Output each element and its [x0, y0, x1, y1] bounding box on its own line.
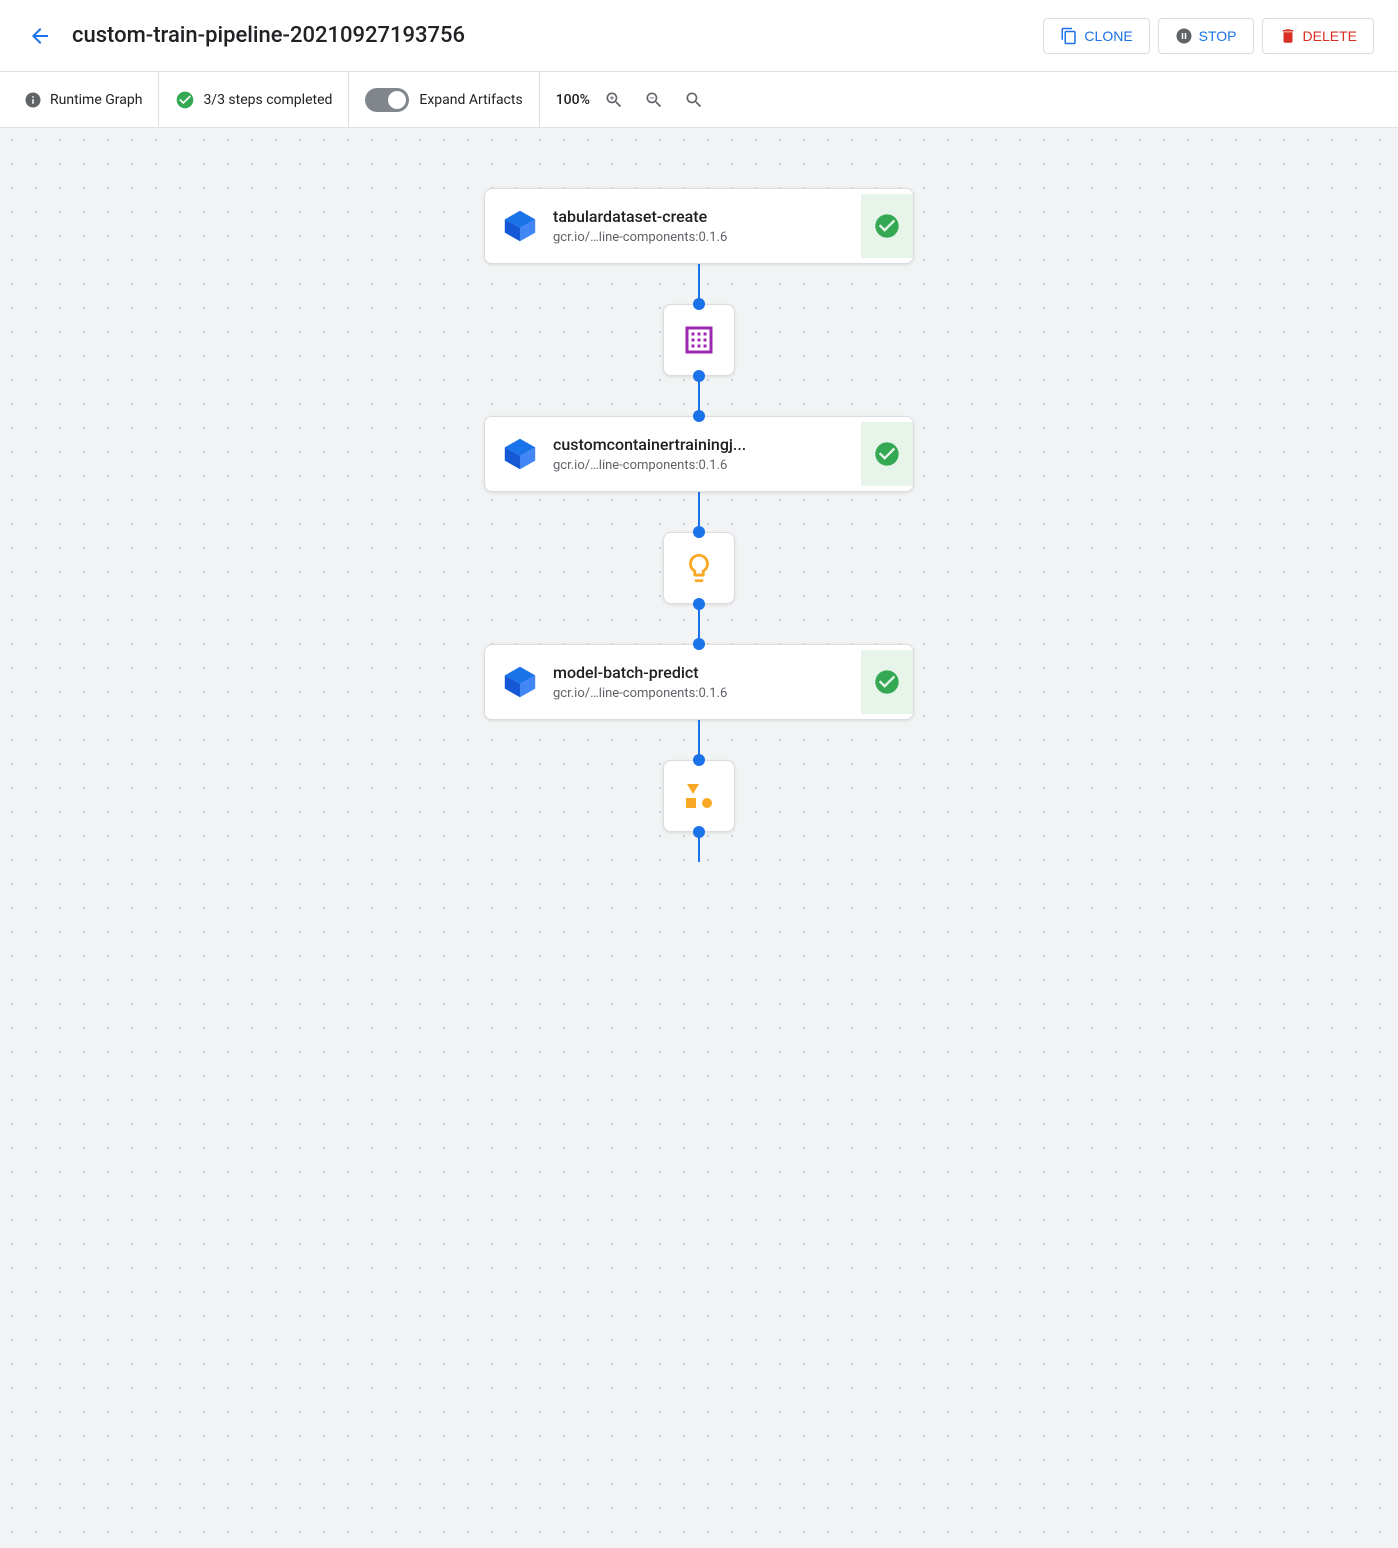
delete-icon [1279, 27, 1297, 45]
node-1-name: tabulardataset-create [553, 207, 845, 226]
info-icon [24, 91, 42, 109]
pipeline-canvas: tabulardataset-create gcr.io/…line-compo… [0, 128, 1398, 1548]
clone-icon [1060, 27, 1078, 45]
delete-button[interactable]: DELETE [1262, 18, 1374, 54]
stop-icon [1175, 27, 1193, 45]
clone-label: CLONE [1084, 28, 1132, 44]
back-button[interactable] [24, 20, 56, 52]
artifact-node-3-wrapper [663, 760, 735, 832]
node-3-info: model-batch-predict gcr.io/…line-compone… [553, 663, 845, 701]
pipeline-node-2[interactable]: customcontainertrainingj... gcr.io/…line… [484, 416, 914, 492]
zoom-fit-button[interactable] [678, 84, 710, 116]
node-3-subtitle: gcr.io/…line-components:0.1.6 [553, 686, 845, 701]
zoom-in-button[interactable] [598, 84, 630, 116]
header: custom-train-pipeline-20210927193756 CLO… [0, 0, 1398, 72]
artifact-node-table[interactable] [663, 304, 735, 376]
table-icon [681, 322, 717, 358]
artifact-node-pipeline[interactable] [663, 760, 735, 832]
stop-button[interactable]: STOP [1158, 18, 1254, 54]
node-3-check-icon [873, 668, 901, 696]
node-2-check-icon [873, 440, 901, 468]
zoom-out-button[interactable] [638, 84, 670, 116]
lightbulb-icon [682, 551, 716, 585]
steps-completed-item: 3/3 steps completed [159, 72, 349, 127]
node-2-subtitle: gcr.io/…line-components:0.1.6 [553, 458, 845, 473]
delete-label: DELETE [1303, 28, 1357, 44]
steps-completed-label: 3/3 steps completed [203, 92, 332, 108]
pipeline-shapes-icon [681, 778, 717, 814]
toolbar: Runtime Graph 3/3 steps completed Expand… [0, 72, 1398, 128]
cube-icon-2 [501, 435, 539, 473]
cube-icon-3 [501, 663, 539, 701]
pipeline-node-1[interactable]: tabulardataset-create gcr.io/…line-compo… [484, 188, 914, 264]
artifact-node-model[interactable] [663, 532, 735, 604]
node-1-status [861, 194, 913, 258]
header-actions: CLONE STOP DELETE [1043, 18, 1374, 54]
pipeline-flow: tabulardataset-create gcr.io/…line-compo… [449, 188, 949, 862]
node-1-info: tabulardataset-create gcr.io/…line-compo… [553, 207, 845, 245]
runtime-graph-item[interactable]: Runtime Graph [24, 72, 159, 127]
node-1-subtitle: gcr.io/…line-components:0.1.6 [553, 230, 845, 245]
node-3-status [861, 650, 913, 714]
artifact-node-1-wrapper [663, 304, 735, 376]
cube-icon-1 [501, 207, 539, 245]
clone-button[interactable]: CLONE [1043, 18, 1149, 54]
stop-label: STOP [1199, 28, 1237, 44]
artifact-node-2-wrapper [663, 532, 735, 604]
page-title: custom-train-pipeline-20210927193756 [72, 23, 1027, 48]
node-2-name: customcontainertrainingj... [553, 435, 845, 454]
node-3-name: model-batch-predict [553, 663, 845, 682]
zoom-controls: 100% [540, 72, 726, 127]
expand-artifacts-toggle[interactable]: Expand Artifacts [349, 72, 539, 127]
toggle-switch[interactable] [365, 88, 409, 112]
expand-artifacts-label: Expand Artifacts [419, 92, 522, 108]
node-1-check-icon [873, 212, 901, 240]
node-2-info: customcontainertrainingj... gcr.io/…line… [553, 435, 845, 473]
check-circle-icon [175, 90, 195, 110]
zoom-value: 100% [556, 92, 590, 108]
node-2-status [861, 422, 913, 486]
pipeline-node-3[interactable]: model-batch-predict gcr.io/…line-compone… [484, 644, 914, 720]
runtime-graph-label: Runtime Graph [50, 92, 142, 108]
